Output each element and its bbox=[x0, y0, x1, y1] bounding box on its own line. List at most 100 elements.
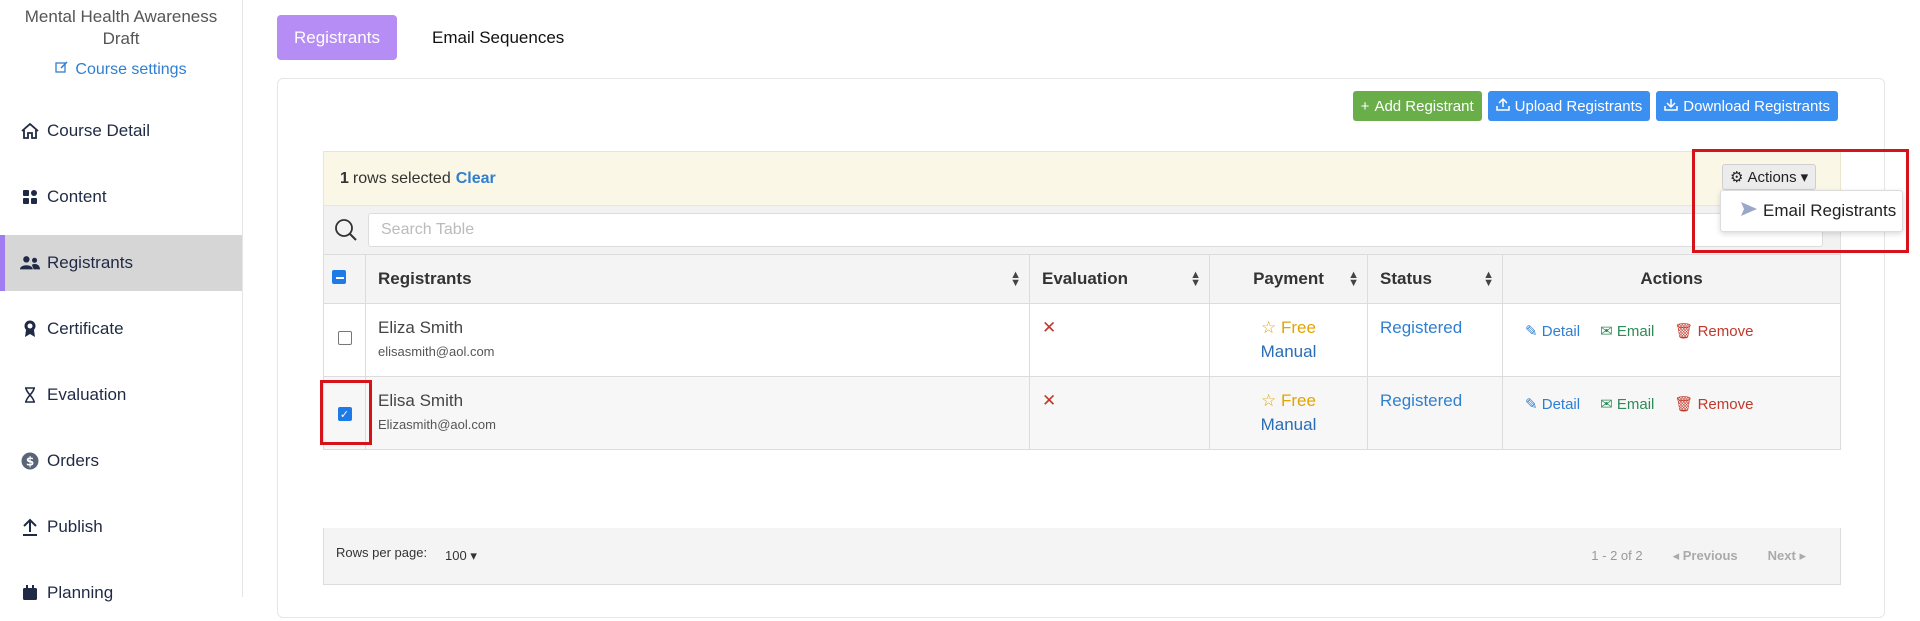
search-icon bbox=[324, 218, 368, 242]
sidebar-item-evaluation[interactable]: Evaluation bbox=[0, 367, 242, 423]
calendar-icon bbox=[20, 583, 40, 603]
payment-type: Free bbox=[1281, 318, 1316, 337]
sidebar-item-label: Evaluation bbox=[47, 385, 127, 404]
sidebar-item-label: Planning bbox=[47, 583, 114, 602]
sidebar-item-certificate[interactable]: Certificate bbox=[0, 301, 242, 357]
hourglass-icon bbox=[20, 385, 40, 405]
registrants-table: Registrants ▲ ▼ Evaluation ▲ ▼ Payment ▲ ▼ Sta… bbox=[323, 254, 1841, 450]
previous-label: Previous bbox=[1682, 548, 1738, 563]
status-cell: Registered bbox=[1367, 376, 1503, 450]
tabs: Registrants Email Sequences bbox=[277, 15, 581, 60]
remove-button[interactable]: 🗑 Remove bbox=[1674, 322, 1753, 340]
course-settings-label: Course settings bbox=[75, 60, 187, 78]
upload-registrants-button[interactable]: Upload Registrants bbox=[1487, 91, 1651, 121]
toolbar: + Add Registrant Upload Registrants Down… bbox=[1352, 91, 1838, 121]
header-evaluation[interactable]: Evaluation ▲ ▼ bbox=[1029, 254, 1210, 304]
tab-registrants[interactable]: Registrants bbox=[277, 15, 397, 60]
detail-button[interactable]: ✎ Detail bbox=[1525, 322, 1580, 340]
evaluation-cell: ✕ bbox=[1029, 303, 1210, 377]
search-input[interactable]: Search Table bbox=[368, 213, 1823, 247]
previous-button[interactable]: ◂ Previous bbox=[1673, 548, 1738, 564]
grid-icon bbox=[20, 187, 40, 207]
row-checkbox[interactable] bbox=[337, 331, 352, 345]
registrant-name: Elisa Smith bbox=[378, 391, 464, 410]
sort-icon: ▲ ▼ bbox=[1348, 269, 1359, 289]
sidebar-item-label: Registrants bbox=[47, 253, 133, 272]
course-settings-link[interactable]: Course settings bbox=[0, 60, 242, 79]
detail-label: Detail bbox=[1541, 323, 1581, 340]
envelope-icon: ✉ bbox=[1600, 396, 1617, 413]
actions-cell: ✎ Detail ✉ Email 🗑 Remove bbox=[1502, 376, 1841, 450]
award-icon bbox=[20, 319, 40, 339]
tab-email-sequences[interactable]: Email Sequences bbox=[415, 15, 581, 60]
header-actions: Actions bbox=[1502, 254, 1841, 304]
header-label: Payment bbox=[1253, 269, 1324, 288]
course-title-text: Mental Health Awareness bbox=[24, 7, 218, 26]
sidebar-item-planning[interactable]: Planning bbox=[0, 565, 242, 621]
detail-label: Detail bbox=[1541, 396, 1581, 413]
status-badge: Registered bbox=[1380, 391, 1463, 410]
rows-per-page-value: 100 bbox=[445, 548, 467, 563]
add-registrant-button[interactable]: + Add Registrant bbox=[1352, 91, 1482, 121]
table-header-row: Registrants ▲ ▼ Evaluation ▲ ▼ Payment ▲ ▼ Sta… bbox=[323, 254, 1841, 304]
header-payment[interactable]: Payment ▲ ▼ bbox=[1209, 254, 1368, 304]
trash-icon: 🗑 bbox=[1674, 396, 1698, 413]
x-icon: ✕ bbox=[1042, 318, 1057, 337]
table-footer: Rows per page: 100 ▾ 1 - 2 of 2 ◂ Previo… bbox=[323, 528, 1841, 585]
sidebar-nav: Course Detail Content Registrants Certif… bbox=[0, 103, 242, 621]
sidebar-item-registrants[interactable]: Registrants bbox=[0, 235, 242, 291]
selected-count: 1 bbox=[340, 169, 349, 187]
download-icon bbox=[1664, 97, 1678, 115]
users-icon bbox=[20, 253, 40, 273]
edit-icon bbox=[55, 60, 69, 79]
download-registrants-button[interactable]: Download Registrants bbox=[1656, 91, 1838, 121]
page-range: 1 - 2 of 2 bbox=[1591, 548, 1643, 563]
detail-button[interactable]: ✎ Detail bbox=[1525, 395, 1580, 413]
header-status[interactable]: Status ▲ ▼ bbox=[1367, 254, 1503, 304]
table-row: ✓ Elisa Smith Elizasmith@aol.com ✕ ☆ Fre… bbox=[323, 376, 1841, 450]
sidebar: Mental Health Awareness Draft Course set… bbox=[0, 0, 243, 602]
header-label: Registrants bbox=[378, 269, 472, 288]
registrants-card: + Add Registrant Upload Registrants Down… bbox=[277, 78, 1885, 618]
sidebar-item-label: Orders bbox=[47, 451, 99, 470]
sidebar-item-publish[interactable]: Publish bbox=[0, 499, 242, 555]
next-button[interactable]: Next ▸ bbox=[1768, 548, 1806, 564]
registrant-email: Elizasmith@aol.com bbox=[378, 417, 496, 432]
status-cell: Registered bbox=[1367, 303, 1503, 377]
envelope-icon: ✉ bbox=[1600, 323, 1617, 340]
sidebar-item-orders[interactable]: $ Orders bbox=[0, 433, 242, 489]
upload-icon bbox=[20, 517, 40, 537]
payment-cell: ☆ Free Manual bbox=[1209, 303, 1368, 377]
rows-per-page-select[interactable]: 100 ▾ bbox=[445, 548, 477, 564]
star-icon: ☆ bbox=[1261, 391, 1281, 410]
clear-selection-link[interactable]: Clear bbox=[456, 170, 496, 188]
dollar-circle-icon: $ bbox=[20, 451, 40, 471]
search-row: Search Table bbox=[323, 206, 1841, 254]
home-icon bbox=[20, 121, 40, 141]
highlight-box-checkbox bbox=[320, 380, 372, 445]
next-label: Next bbox=[1767, 548, 1796, 563]
trash-icon: 🗑 bbox=[1674, 323, 1698, 340]
header-registrants[interactable]: Registrants ▲ ▼ bbox=[365, 254, 1030, 304]
remove-label: Remove bbox=[1697, 323, 1754, 340]
download-registrants-label: Download Registrants bbox=[1683, 97, 1830, 115]
email-button[interactable]: ✉ Email bbox=[1600, 322, 1654, 340]
status-badge: Registered bbox=[1380, 318, 1463, 337]
registrant-email: elisasmith@aol.com bbox=[378, 344, 495, 359]
course-title: Mental Health Awareness Draft bbox=[0, 0, 242, 50]
caret-down-icon: ▾ bbox=[470, 548, 477, 563]
edit-icon: ✎ bbox=[1525, 323, 1542, 340]
sidebar-item-course-detail[interactable]: Course Detail bbox=[0, 103, 242, 159]
email-button[interactable]: ✉ Email bbox=[1600, 395, 1654, 413]
sidebar-item-content[interactable]: Content bbox=[0, 169, 242, 225]
star-icon: ☆ bbox=[1261, 318, 1281, 337]
select-all-checkbox[interactable] bbox=[331, 270, 346, 284]
rows-per-page-label: Rows per page: bbox=[336, 545, 428, 560]
remove-label: Remove bbox=[1697, 396, 1754, 413]
actions-cell: ✎ Detail ✉ Email 🗑 Remove bbox=[1502, 303, 1841, 377]
pagination: 1 - 2 of 2 ◂ Previous Next ▸ bbox=[1591, 548, 1806, 564]
remove-button[interactable]: 🗑 Remove bbox=[1674, 395, 1753, 413]
evaluation-cell: ✕ bbox=[1029, 376, 1210, 450]
sort-icon: ▲ ▼ bbox=[1483, 269, 1494, 289]
upload-registrants-label: Upload Registrants bbox=[1514, 97, 1643, 115]
